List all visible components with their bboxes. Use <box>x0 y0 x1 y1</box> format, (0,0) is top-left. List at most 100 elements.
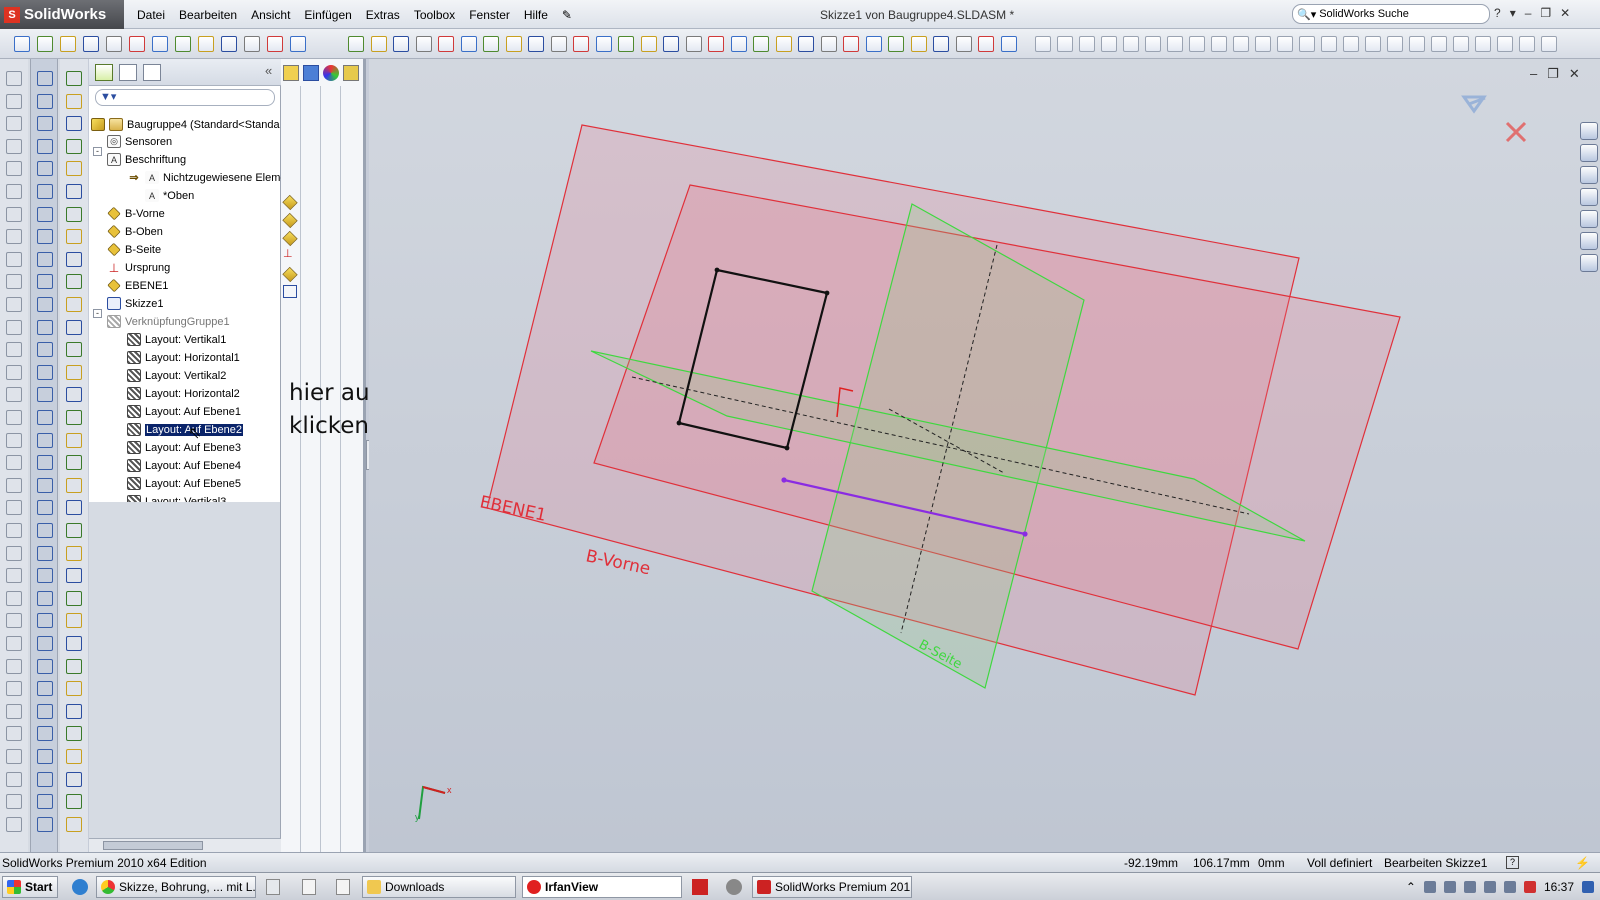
taskbar-button-solidworks[interactable]: SolidWorks Premium 201... <box>752 876 912 898</box>
command-tool-icon[interactable] <box>6 477 22 493</box>
toolbar-tool-icon[interactable] <box>1387 36 1403 52</box>
tray-icon[interactable] <box>1443 881 1456 893</box>
command-tool-icon[interactable] <box>37 500 53 516</box>
toolbar-tool-icon[interactable] <box>60 36 76 52</box>
command-tool-icon[interactable] <box>37 387 53 403</box>
command-tool-icon[interactable] <box>37 703 53 719</box>
toolbar-tool-icon[interactable] <box>244 36 260 52</box>
app-logo[interactable]: S SolidWorks <box>0 0 124 29</box>
command-tool-icon[interactable] <box>6 703 22 719</box>
command-tool-icon[interactable] <box>6 432 22 448</box>
toolbar-tool-icon[interactable] <box>1321 36 1337 52</box>
tree-item-skizze1[interactable]: Skizze1 <box>107 295 164 312</box>
toolbar-tool-icon[interactable] <box>1277 36 1293 52</box>
menu-einfuegen[interactable]: Einfügen <box>297 8 358 22</box>
toolbar-tool-icon[interactable] <box>753 36 769 52</box>
sketch-line-endpoint[interactable] <box>781 477 787 483</box>
tray-alert-icon[interactable] <box>1523 881 1536 893</box>
command-tool-icon[interactable] <box>37 342 53 358</box>
confirm-corner-icon[interactable] <box>1461 95 1487 114</box>
menu-fenster[interactable]: Fenster <box>462 8 517 22</box>
toolbar-tool-icon[interactable] <box>955 36 972 52</box>
tray-icon[interactable] <box>1423 881 1436 893</box>
command-tool-icon[interactable] <box>37 590 53 606</box>
pin-icon[interactable]: ✎ <box>555 8 579 22</box>
command-tool-icon[interactable] <box>66 297 82 312</box>
command-tool-icon[interactable] <box>37 364 53 380</box>
command-tool-icon[interactable] <box>37 138 53 154</box>
tree-item-b-vorne[interactable]: B-Vorne <box>107 205 165 222</box>
toolbar-tool-icon[interactable] <box>1343 36 1359 52</box>
command-tool-icon[interactable] <box>6 726 22 742</box>
tree-root[interactable]: Baugruppe4 (Standard<Standa <box>91 116 280 133</box>
file-explorer-icon[interactable] <box>1580 166 1598 184</box>
toolbar-tool-icon[interactable] <box>106 36 122 52</box>
tree-item-mate[interactable]: Layout: Auf Ebene3 <box>127 439 241 456</box>
toolbar-tool-icon[interactable] <box>483 36 499 52</box>
close-icon[interactable]: ✕ <box>1560 6 1570 20</box>
quicklaunch-icon[interactable] <box>336 879 350 895</box>
toolbar-tool-icon[interactable] <box>978 36 994 52</box>
toolbar-tool-icon[interactable] <box>438 36 454 52</box>
plane-visibility-icon[interactable] <box>282 212 298 229</box>
command-tool-icon[interactable] <box>66 568 82 584</box>
toolbar-tool-icon[interactable] <box>933 36 949 52</box>
toolbar-tool-icon[interactable] <box>152 36 168 52</box>
command-tool-icon[interactable] <box>6 636 22 651</box>
command-tool-icon[interactable] <box>6 71 22 86</box>
taskbar-button-downloads[interactable]: Downloads <box>362 876 516 898</box>
command-tool-icon[interactable] <box>37 794 53 810</box>
command-tool-icon[interactable] <box>66 613 82 629</box>
toolbar-tool-icon[interactable] <box>528 36 544 52</box>
toolbar-tool-icon[interactable] <box>267 36 283 52</box>
command-tool-icon[interactable] <box>37 319 53 335</box>
command-tool-icon[interactable] <box>37 410 53 425</box>
toolbar-tool-icon[interactable] <box>685 36 702 52</box>
command-tool-icon[interactable] <box>66 251 82 267</box>
tree-item-mate[interactable]: Layout: Horizontal2 <box>127 385 240 402</box>
tree-filter-input[interactable]: ▼▾ <box>95 89 275 106</box>
graphics-area[interactable]: x y EBENE1 B-Vorne B-Seite <box>369 59 1600 852</box>
help-icon[interactable]: ? <box>1494 6 1501 20</box>
sketch-point[interactable] <box>676 420 682 426</box>
quicklaunch-icon[interactable] <box>266 879 280 895</box>
command-tool-icon[interactable] <box>37 658 53 674</box>
toolbar-tool-icon[interactable] <box>1189 36 1205 52</box>
command-tool-icon[interactable] <box>66 658 82 674</box>
command-tool-icon[interactable] <box>6 816 22 832</box>
command-tool-icon[interactable] <box>6 681 22 697</box>
tree-item-mate[interactable]: Layout: Vertikal1 <box>127 331 226 348</box>
tree-item-oben[interactable]: A *Oben <box>145 187 194 204</box>
toolbar-tool-icon[interactable] <box>1233 36 1249 52</box>
toolbar-tool-icon[interactable] <box>1453 36 1469 52</box>
command-tool-icon[interactable] <box>66 477 82 493</box>
command-tool-icon[interactable] <box>6 749 22 764</box>
toolbar-tool-icon[interactable] <box>393 36 409 52</box>
toolbar-tool-icon[interactable] <box>1431 36 1447 52</box>
minimize-icon[interactable]: – <box>1530 66 1537 82</box>
command-tool-icon[interactable] <box>6 229 22 245</box>
command-tool-icon[interactable] <box>66 229 82 245</box>
command-tool-icon[interactable] <box>6 319 22 335</box>
design-library-icon[interactable] <box>1580 144 1598 162</box>
menu-datei[interactable]: Datei <box>130 8 172 22</box>
appearance-icon[interactable] <box>323 65 339 81</box>
collapse-chevron-icon[interactable]: « <box>265 63 272 78</box>
toolbar-tool-icon[interactable] <box>348 36 364 52</box>
tree-item-b-seite[interactable]: B-Seite <box>107 241 161 258</box>
command-tool-icon[interactable] <box>6 455 22 471</box>
taskbar-button-chrome[interactable]: Skizze, Bohrung, ... mit L... <box>96 876 256 898</box>
command-tool-icon[interactable] <box>37 184 53 199</box>
toolbar-tool-icon[interactable] <box>1475 36 1491 52</box>
toolbar-tool-icon[interactable] <box>888 36 904 52</box>
command-tool-icon[interactable] <box>66 93 82 109</box>
start-button[interactable]: Start <box>2 876 58 898</box>
tray-icon[interactable] <box>1483 881 1496 893</box>
plane-visibility-icon[interactable] <box>282 230 298 247</box>
toolbar-tool-icon[interactable] <box>1145 36 1161 52</box>
command-tool-icon[interactable] <box>37 455 53 471</box>
command-tool-icon[interactable] <box>66 794 82 810</box>
dropdown-icon[interactable]: ▾ <box>1510 6 1516 20</box>
command-tool-icon[interactable] <box>66 206 82 222</box>
tree-item-ebene1[interactable]: EBENE1 <box>107 277 168 294</box>
